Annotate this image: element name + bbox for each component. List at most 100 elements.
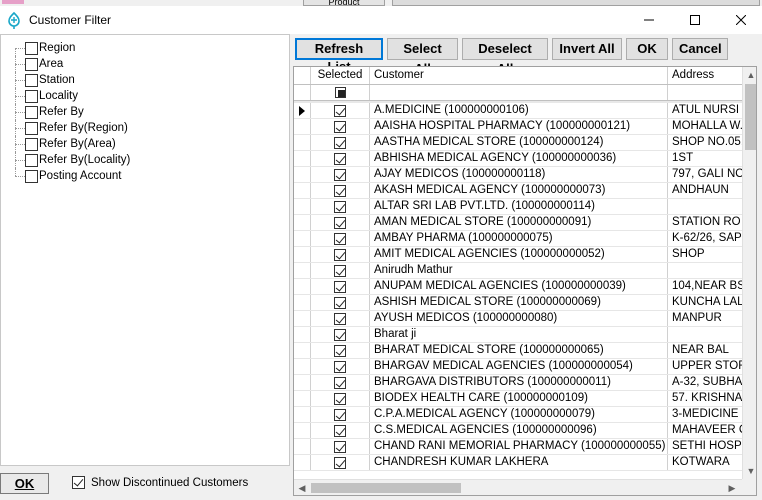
vertical-scroll-thumb[interactable]: [745, 84, 756, 150]
table-row[interactable]: ASHISH MEDICAL STORE (100000000069) KUNCH…: [294, 295, 742, 311]
cancel-button[interactable]: Cancel: [672, 38, 728, 60]
customer-cell[interactable]: ASHISH MEDICAL STORE (100000000069): [370, 295, 668, 310]
customer-cell[interactable]: BHARAT MEDICAL STORE (100000000065): [370, 343, 668, 358]
table-row[interactable]: ALTAR SRI LAB PVT.LTD. (100000000114): [294, 199, 742, 215]
tree-item[interactable]: Refer By(Region): [11, 120, 130, 136]
row-select-checkbox[interactable]: [334, 360, 346, 373]
show-discontinued-option[interactable]: Show Discontinued Customers: [72, 476, 248, 489]
address-cell[interactable]: NEAR BAL: [668, 343, 742, 358]
customer-cell[interactable]: BHARGAVA DISTRIBUTORS (100000000011): [370, 375, 668, 390]
address-cell[interactable]: SETHI HOSP: [668, 439, 742, 454]
customer-cell[interactable]: BIODEX HEALTH CARE (100000000109): [370, 391, 668, 406]
address-cell[interactable]: KOTWARA: [668, 455, 742, 470]
filter-selected-checkbox[interactable]: [334, 87, 346, 98]
column-header-customer[interactable]: Customer: [370, 67, 668, 84]
tree-item[interactable]: Posting Account: [11, 168, 130, 184]
table-row[interactable]: ABHISHA MEDICAL AGENCY (100000000036) 1ST: [294, 151, 742, 167]
address-cell[interactable]: 104,NEAR BS: [668, 279, 742, 294]
customer-cell[interactable]: C.S.MEDICAL AGENCIES (100000000096): [370, 423, 668, 438]
tree-item[interactable]: Region: [11, 40, 130, 56]
row-select-checkbox[interactable]: [334, 248, 346, 261]
customer-cell[interactable]: A.MEDICINE (100000000106): [370, 103, 668, 118]
customer-cell[interactable]: CHAND RANI MEMORIAL PHARMACY (1000000000…: [370, 439, 668, 454]
row-select-checkbox[interactable]: [334, 408, 346, 421]
selected-cell[interactable]: [311, 183, 370, 198]
selected-cell[interactable]: [311, 391, 370, 406]
selected-cell[interactable]: [311, 343, 370, 358]
tree-item-checkbox[interactable]: [25, 89, 38, 103]
row-select-checkbox[interactable]: [334, 184, 346, 197]
table-row[interactable]: ANUPAM MEDICAL AGENCIES (100000000039) 10…: [294, 279, 742, 295]
scroll-left-icon[interactable]: ◀: [294, 480, 310, 495]
customer-cell[interactable]: AMBAY PHARMA (100000000075): [370, 231, 668, 246]
table-row[interactable]: AAISHA HOSPITAL PHARMACY (100000000121) M…: [294, 119, 742, 135]
customer-cell[interactable]: ANUPAM MEDICAL AGENCIES (100000000039): [370, 279, 668, 294]
tree-item-checkbox[interactable]: [25, 153, 38, 167]
table-row[interactable]: BHARAT MEDICAL STORE (100000000065) NEAR …: [294, 343, 742, 359]
tree-item-checkbox[interactable]: [25, 105, 38, 119]
customer-cell[interactable]: BHARGAV MEDICAL AGENCIES (100000000054): [370, 359, 668, 374]
table-row[interactable]: AASTHA MEDICAL STORE (100000000124) SHOP …: [294, 135, 742, 151]
address-cell[interactable]: UPPER STOR: [668, 359, 742, 374]
row-select-checkbox[interactable]: [334, 232, 346, 245]
table-row[interactable]: AMIT MEDICAL AGENCIES (100000000052) SHOP: [294, 247, 742, 263]
tree-item[interactable]: Area: [11, 56, 130, 72]
table-row[interactable]: C.S.MEDICAL AGENCIES (100000000096) MAHAV…: [294, 423, 742, 439]
scroll-down-icon[interactable]: ▼: [743, 463, 756, 479]
customer-cell[interactable]: AMAN MEDICAL STORE (100000000091): [370, 215, 668, 230]
row-select-checkbox[interactable]: [334, 264, 346, 277]
address-cell[interactable]: MANPUR: [668, 311, 742, 326]
customer-cell[interactable]: AASTHA MEDICAL STORE (100000000124): [370, 135, 668, 150]
customer-cell[interactable]: AMIT MEDICAL AGENCIES (100000000052): [370, 247, 668, 262]
customer-cell[interactable]: AAISHA HOSPITAL PHARMACY (100000000121): [370, 119, 668, 134]
row-select-checkbox[interactable]: [334, 200, 346, 213]
row-select-checkbox[interactable]: [334, 152, 346, 165]
table-row[interactable]: C.P.A.MEDICAL AGENCY (100000000079) 3-MED…: [294, 407, 742, 423]
tree-item-checkbox[interactable]: [25, 137, 38, 151]
selected-cell[interactable]: [311, 423, 370, 438]
ok-button-left[interactable]: OK: [0, 473, 49, 494]
selected-cell[interactable]: [311, 359, 370, 374]
customer-cell[interactable]: AKASH MEDICAL AGENCY (100000000073): [370, 183, 668, 198]
column-header-address[interactable]: Address: [668, 67, 742, 84]
vertical-scrollbar[interactable]: ▲ ▼: [742, 67, 756, 479]
address-cell[interactable]: [668, 199, 742, 214]
customer-cell[interactable]: AJAY MEDICOS (100000000118): [370, 167, 668, 182]
filter-address-cell[interactable]: [668, 85, 742, 100]
horizontal-scrollbar[interactable]: ◀ ▶: [294, 479, 742, 495]
customer-cell[interactable]: ALTAR SRI LAB PVT.LTD. (100000000114): [370, 199, 668, 214]
table-row[interactable]: AYUSH MEDICOS (100000000080) MANPUR: [294, 311, 742, 327]
table-row[interactable]: BIODEX HEALTH CARE (100000000109) 57. KRI…: [294, 391, 742, 407]
address-cell[interactable]: K-62/26, SAP: [668, 231, 742, 246]
selected-cell[interactable]: [311, 327, 370, 342]
row-select-checkbox[interactable]: [334, 216, 346, 229]
tree-item-checkbox[interactable]: [25, 121, 38, 135]
address-cell[interactable]: 3-MEDICINE: [668, 407, 742, 422]
tree-item[interactable]: Refer By(Locality): [11, 152, 130, 168]
tree-item[interactable]: Refer By: [11, 104, 130, 120]
selected-cell[interactable]: [311, 439, 370, 454]
selected-cell[interactable]: [311, 199, 370, 214]
close-button[interactable]: [718, 6, 762, 34]
horizontal-scroll-thumb[interactable]: [311, 483, 461, 493]
select-all-button[interactable]: Select All: [387, 38, 458, 76]
tree-item-checkbox[interactable]: [25, 57, 38, 71]
selected-cell[interactable]: [311, 311, 370, 326]
table-row[interactable]: AJAY MEDICOS (100000000118) 797, GALI NO: [294, 167, 742, 183]
customer-cell[interactable]: CHANDRESH KUMAR LAKHERA: [370, 455, 668, 470]
scroll-right-icon[interactable]: ▶: [724, 480, 740, 495]
row-select-checkbox[interactable]: [334, 168, 346, 181]
row-select-checkbox[interactable]: [334, 392, 346, 405]
column-header-selected[interactable]: Selected: [311, 67, 370, 84]
ok-button[interactable]: OK: [626, 38, 668, 60]
row-select-checkbox[interactable]: [334, 120, 346, 133]
row-select-checkbox[interactable]: [334, 344, 346, 357]
address-cell[interactable]: MOHALLA W.: [668, 119, 742, 134]
row-select-checkbox[interactable]: [334, 104, 346, 117]
address-cell[interactable]: 797, GALI NO: [668, 167, 742, 182]
row-select-checkbox[interactable]: [334, 376, 346, 389]
tree-item[interactable]: Refer By(Area): [11, 136, 130, 152]
row-select-checkbox[interactable]: [334, 440, 346, 453]
selected-cell[interactable]: [311, 263, 370, 278]
table-row[interactable]: AMAN MEDICAL STORE (100000000091) STATION…: [294, 215, 742, 231]
